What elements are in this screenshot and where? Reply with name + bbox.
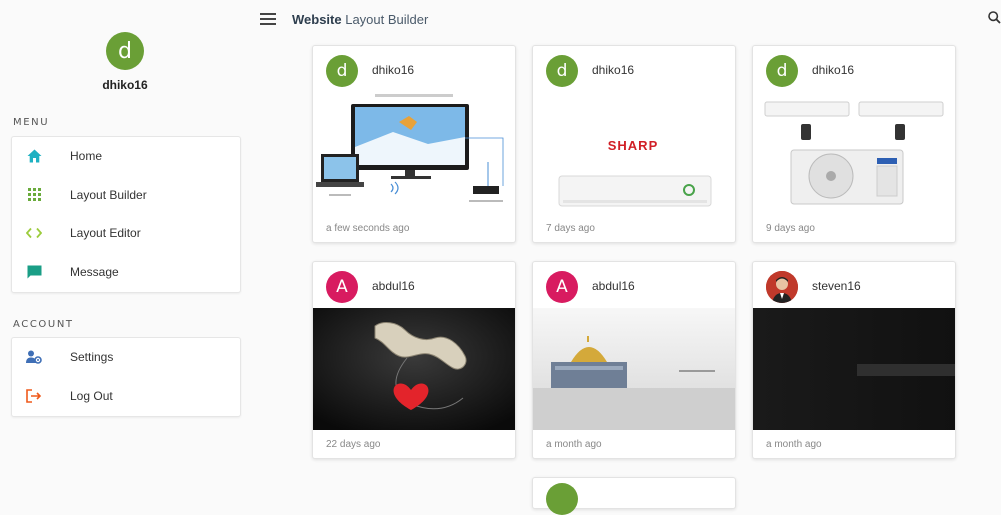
card-timestamp: a month ago bbox=[766, 439, 822, 450]
sharp-air-conditioner-image: SHARP bbox=[533, 92, 735, 214]
post-card-partial[interactable] bbox=[532, 477, 736, 515]
card-username: dhiko16 bbox=[592, 63, 635, 77]
sidebar-item-label: Settings bbox=[70, 350, 114, 365]
menu-section-label: MENU bbox=[13, 117, 50, 128]
page-title: Website Layout Builder bbox=[292, 12, 429, 27]
card-header: d dhiko16 bbox=[753, 46, 955, 92]
quran-heart-image bbox=[313, 308, 515, 430]
sidebar: d dhiko16 MENU Home Layout Builder Layou… bbox=[0, 0, 250, 484]
card-timestamp: 9 days ago bbox=[766, 223, 815, 234]
logout-icon bbox=[26, 388, 42, 404]
sidebar-item-label: Layout Builder bbox=[70, 187, 147, 202]
sharp-logo: SHARP bbox=[608, 138, 659, 153]
avatar[interactable]: d bbox=[326, 55, 358, 87]
avatar[interactable]: A bbox=[326, 271, 358, 303]
card-username: abdul16 bbox=[372, 279, 415, 293]
dark-banner-image bbox=[753, 308, 955, 430]
card-username: dhiko16 bbox=[812, 63, 855, 77]
card-header: steven16 bbox=[753, 262, 955, 308]
avatar[interactable] bbox=[546, 483, 578, 515]
card-header: d dhiko16 bbox=[533, 46, 735, 92]
sidebar-item-logout[interactable]: Log Out bbox=[12, 377, 240, 416]
avatar[interactable]: A bbox=[546, 271, 578, 303]
sidebar-item-label: Home bbox=[70, 149, 103, 164]
menu-toggle-button[interactable] bbox=[260, 13, 276, 26]
account-card: Settings Log Out bbox=[11, 337, 241, 417]
avatar[interactable]: d bbox=[106, 32, 144, 70]
card-timestamp: 7 days ago bbox=[546, 223, 595, 234]
avatar[interactable] bbox=[766, 271, 798, 303]
card-header: A abdul16 bbox=[533, 262, 735, 308]
user-settings-icon bbox=[26, 349, 42, 365]
card-username: abdul16 bbox=[592, 279, 635, 293]
sidebar-item-message[interactable]: Message bbox=[12, 253, 240, 292]
post-card[interactable]: steven16 a month ago bbox=[752, 261, 956, 459]
card-username: steven16 bbox=[812, 279, 861, 293]
mosque-image bbox=[533, 308, 735, 430]
wireless-display-tv-image bbox=[313, 92, 515, 214]
card-timestamp: 22 days ago bbox=[326, 439, 381, 450]
sidebar-item-settings[interactable]: Settings bbox=[12, 338, 240, 377]
card-timestamp: a few seconds ago bbox=[326, 223, 410, 234]
sidebar-item-layout-editor[interactable]: Layout Editor bbox=[12, 214, 240, 253]
sidebar-item-label: Layout Editor bbox=[70, 226, 141, 241]
grid-icon bbox=[26, 187, 42, 203]
profile-username: dhiko16 bbox=[102, 78, 148, 92]
avatar[interactable]: d bbox=[546, 55, 578, 87]
card-timestamp: a month ago bbox=[546, 439, 602, 450]
user-photo-icon bbox=[766, 271, 798, 303]
home-icon bbox=[26, 148, 42, 164]
post-card[interactable]: d dhiko16 SHARP 7 days ago bbox=[532, 45, 736, 243]
sidebar-item-layout-builder[interactable]: Layout Builder bbox=[12, 176, 240, 215]
sidebar-item-label: Log Out bbox=[70, 388, 113, 403]
message-icon bbox=[26, 264, 42, 280]
post-card[interactable]: A abdul16 22 days ago bbox=[312, 261, 516, 459]
sidebar-item-label: Message bbox=[70, 264, 119, 279]
sidebar-item-home[interactable]: Home bbox=[12, 137, 240, 176]
post-card[interactable]: d dhiko16 9 days ago bbox=[752, 45, 956, 243]
card-header: A abdul16 bbox=[313, 262, 515, 308]
post-card[interactable]: d dhiko16 a few seconds ago bbox=[312, 45, 516, 243]
menu-card: Home Layout Builder Layout Editor Messag… bbox=[11, 136, 241, 293]
account-section-label: ACCOUNT bbox=[13, 319, 74, 330]
code-icon bbox=[26, 225, 42, 241]
profile: d dhiko16 bbox=[0, 32, 250, 92]
card-header: d dhiko16 bbox=[313, 46, 515, 92]
card-username: dhiko16 bbox=[372, 63, 415, 77]
avatar[interactable]: d bbox=[766, 55, 798, 87]
search-icon[interactable] bbox=[988, 11, 1001, 25]
split-air-conditioner-image bbox=[753, 92, 955, 214]
post-card[interactable]: A abdul16 a month ago bbox=[532, 261, 736, 459]
